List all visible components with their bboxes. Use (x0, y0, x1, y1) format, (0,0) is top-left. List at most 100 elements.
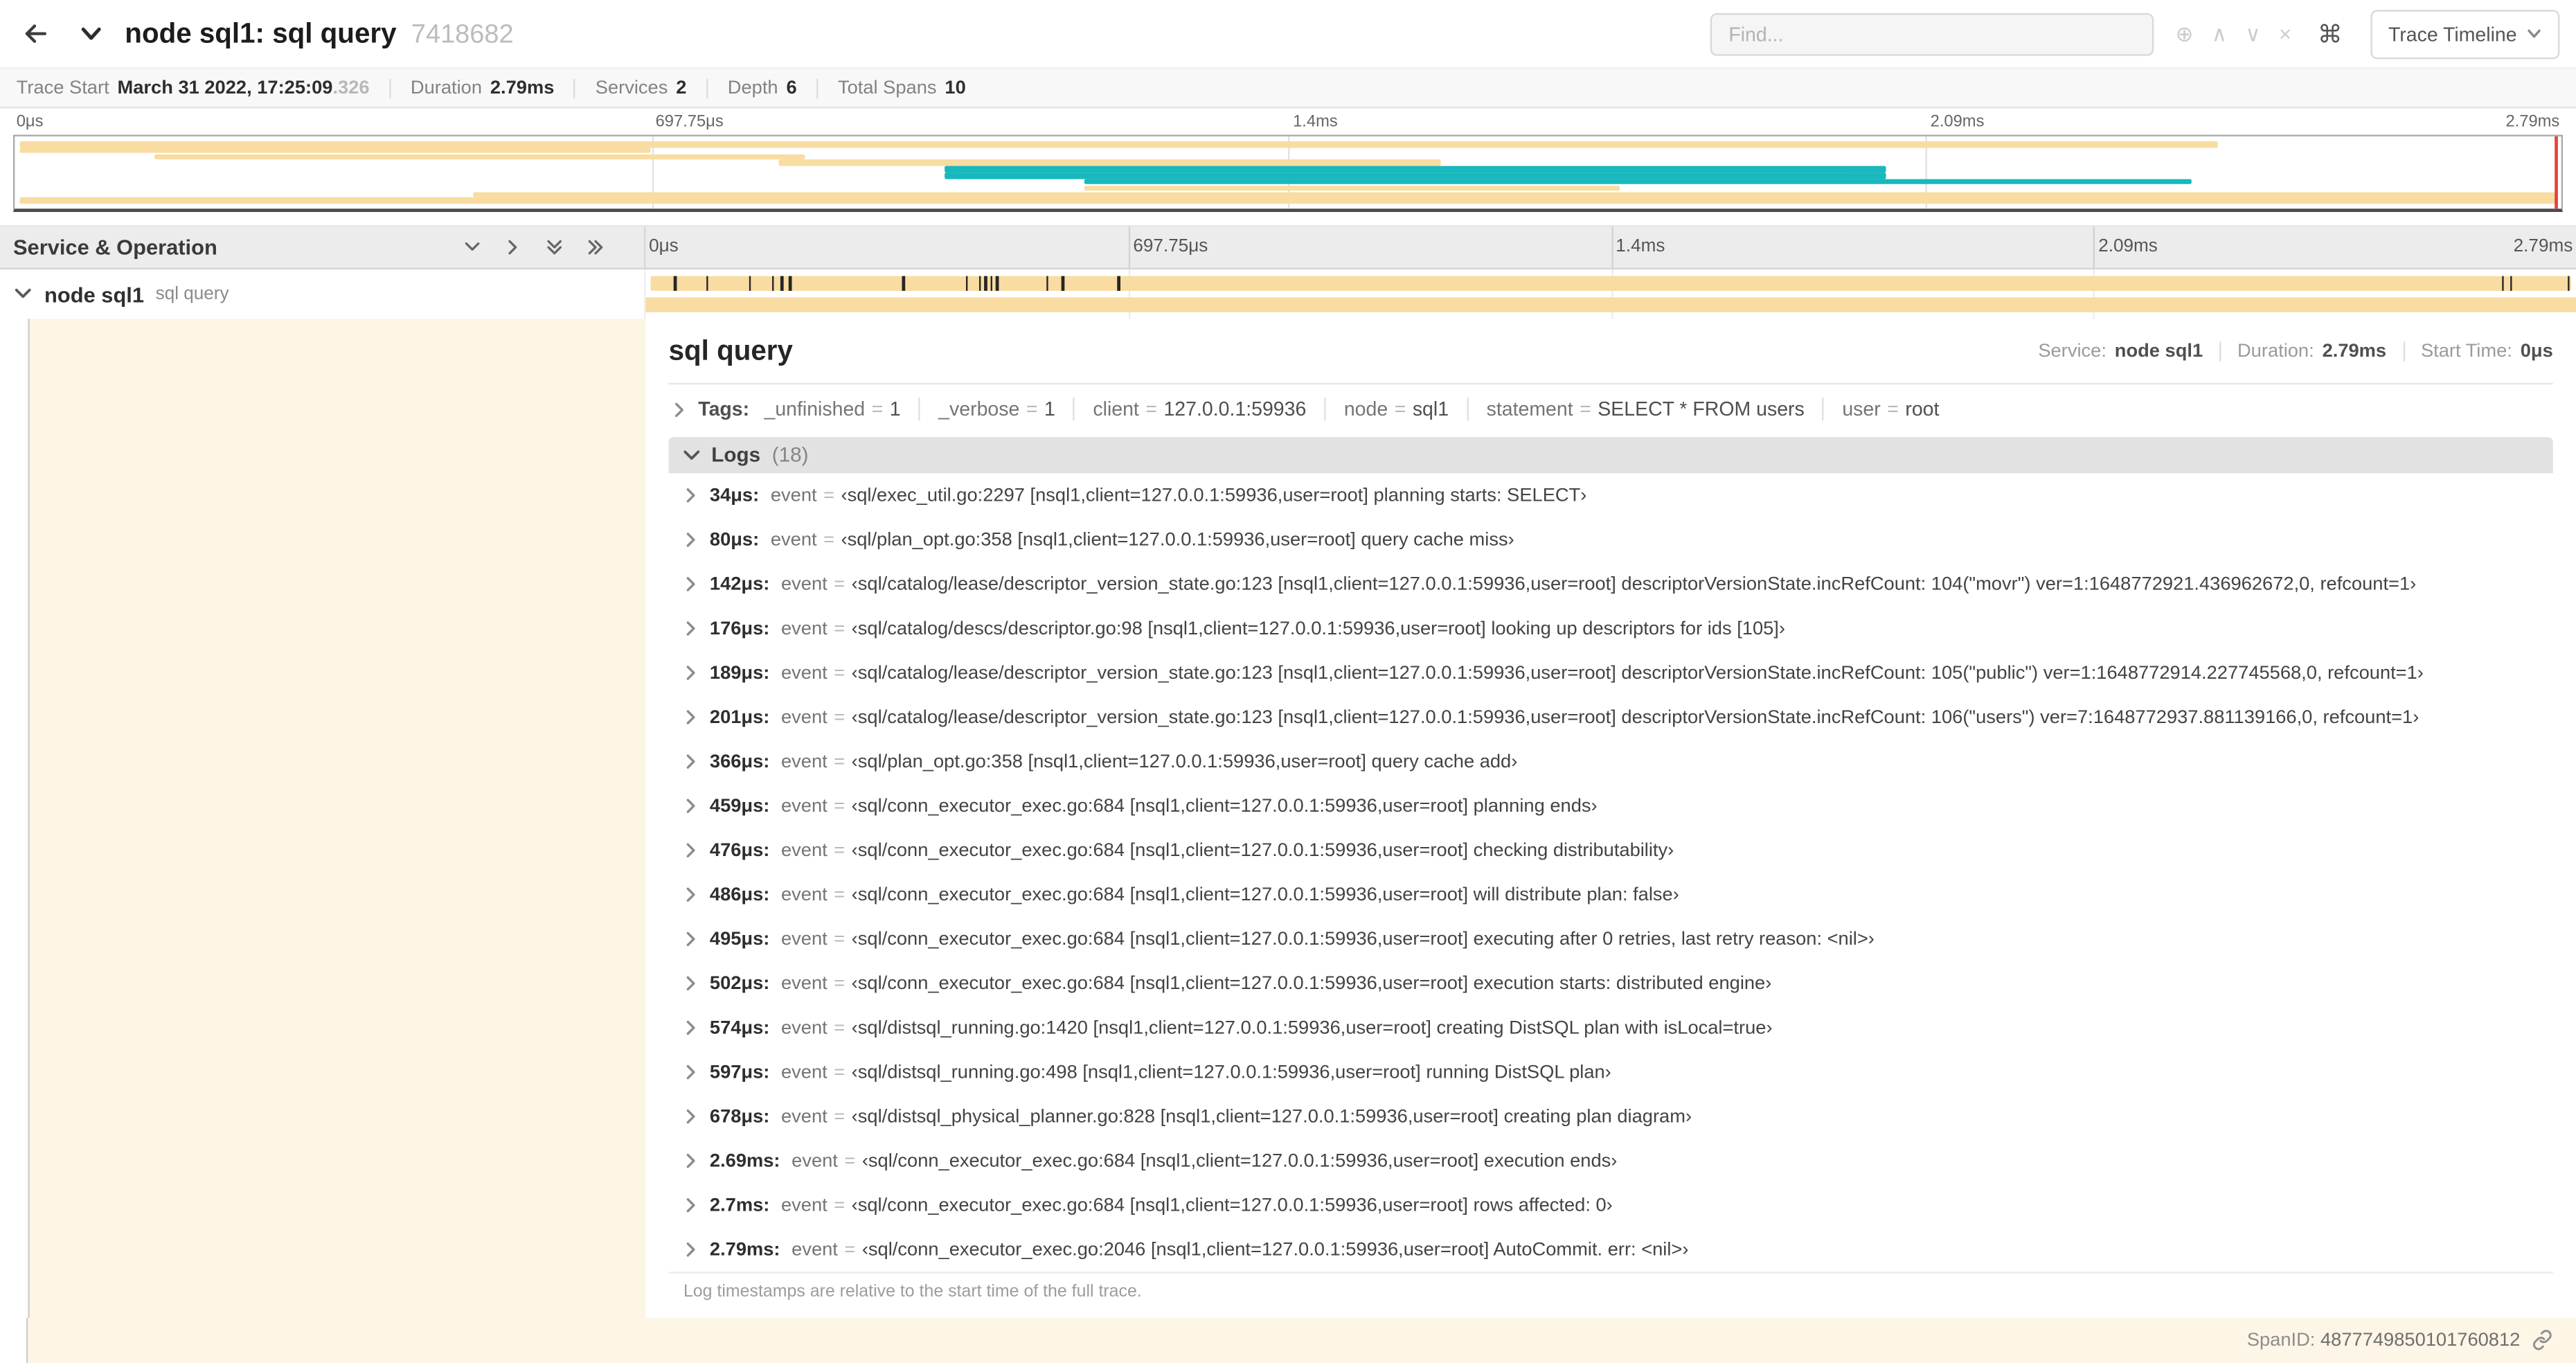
log-marker-tick (978, 276, 982, 291)
title-collapse-button[interactable] (66, 9, 115, 58)
detail-meta-label: Service: (2038, 341, 2107, 362)
log-row[interactable]: 574μs: event = ‹sql/distsql_running.go:1… (669, 1006, 2553, 1050)
trace-timeline-dropdown[interactable]: Trace Timeline (2370, 9, 2560, 59)
ruler-gridline (1128, 226, 1130, 268)
log-row[interactable]: 201μs: event = ‹sql/catalog/lease/descri… (669, 695, 2553, 740)
span-row[interactable]: node sql1 sql query (0, 269, 2576, 319)
minimap-span-row (15, 197, 2561, 204)
chevron-right-icon (686, 666, 695, 680)
log-marker-tick (1061, 276, 1064, 291)
summary-item-value: March 31 2022, 17:25:09 (117, 78, 333, 98)
chevron-right-icon (686, 1197, 695, 1213)
minimap-span-bar (944, 166, 1887, 172)
minimap-span-row (15, 172, 2561, 179)
log-row[interactable]: 366μs: event = ‹sql/plan_opt.go:358 [nsq… (669, 740, 2553, 784)
detail-meta-item: Start Time: 0μs (2402, 341, 2553, 362)
span-bar[interactable] (650, 276, 2571, 291)
summary-item-label: Total Spans (837, 78, 937, 98)
minimap-canvas[interactable] (12, 134, 2564, 213)
clear-search-icon[interactable]: × (2279, 23, 2291, 44)
log-timestamp: 495μs: (709, 929, 770, 950)
zoom-icon[interactable]: ⊕ (2176, 23, 2194, 44)
back-button[interactable] (10, 9, 59, 58)
logs-header[interactable]: Logs (18) (668, 437, 2553, 474)
minimap-tick-label: 2.09ms (1930, 113, 1985, 132)
expand-one-icon[interactable] (504, 238, 522, 256)
log-row[interactable]: 2.69ms: event = ‹sql/conn_executor_exec.… (669, 1139, 2553, 1183)
log-row[interactable]: 486μs: event = ‹sql/conn_executor_exec.g… (669, 873, 2553, 917)
chevron-right-icon (686, 488, 695, 503)
span-detail-accent-bar[interactable] (645, 297, 2576, 312)
row-collapse-icon[interactable] (13, 284, 33, 303)
expand-all-icon[interactable] (587, 238, 605, 256)
log-row[interactable]: 80μs: event = ‹sql/plan_opt.go:358 [nsql… (669, 517, 2553, 562)
log-row[interactable]: 34μs: event = ‹sql/exec_util.go:2297 [ns… (669, 473, 2553, 517)
log-row[interactable]: 597μs: event = ‹sql/distsql_running.go:4… (669, 1050, 2553, 1094)
minimap-span-row (15, 179, 2561, 185)
log-key: event (780, 707, 828, 727)
summary-item-suffix: .326 (332, 78, 370, 98)
tag-value: root (1905, 398, 1940, 421)
log-key: event (770, 530, 817, 550)
log-row[interactable]: 189μs: event = ‹sql/catalog/lease/descri… (669, 650, 2553, 695)
ruler-tick-label: 2.79ms (2513, 236, 2573, 257)
log-list: 34μs: event = ‹sql/exec_util.go:2297 [ns… (669, 473, 2553, 1272)
chevron-right-icon (686, 976, 695, 991)
log-row[interactable]: 502μs: event = ‹sql/conn_executor_exec.g… (669, 961, 2553, 1006)
log-value: ‹sql/catalog/descs/descriptor.go:98 [nsq… (851, 618, 1785, 639)
log-marker-tick (996, 276, 999, 291)
detail-meta-value: 0μs (2520, 341, 2553, 362)
trace-end-marker (2555, 136, 2558, 209)
log-timestamp: 366μs: (709, 751, 770, 772)
log-row[interactable]: 495μs: event = ‹sql/conn_executor_exec.g… (669, 917, 2553, 961)
collapse-one-icon[interactable] (463, 238, 481, 256)
span-detail-panel: sql query Service: node sql1 Duration: 2… (645, 319, 2576, 1317)
prev-result-icon[interactable]: ∧ (2212, 23, 2228, 44)
log-equals: = (834, 884, 846, 905)
logs-note: Log timestamps are relative to the start… (668, 1272, 2553, 1308)
log-key: event (780, 1106, 828, 1127)
footer-gutter (0, 1317, 28, 1363)
log-row[interactable]: 476μs: event = ‹sql/conn_executor_exec.g… (669, 828, 2553, 873)
log-value: ‹sql/conn_executor_exec.go:684 [nsql1,cl… (851, 929, 1875, 950)
log-timestamp: 678μs: (709, 1106, 770, 1127)
keyboard-shortcuts-button[interactable]: ⌘ (2318, 19, 2343, 48)
log-marker-tick (748, 276, 751, 291)
ruler-tick-label: 0μs (649, 236, 679, 257)
log-row[interactable]: 2.7ms: event = ‹sql/conn_executor_exec.g… (669, 1183, 2553, 1227)
log-key: event (780, 796, 828, 816)
log-key: event (780, 973, 828, 994)
service-operation-title: Service & Operation (12, 235, 217, 260)
minimap-span-row (15, 141, 2561, 148)
next-result-icon[interactable]: ∨ (2245, 23, 2261, 44)
find-input[interactable] (1710, 12, 2154, 55)
tags-summary-row[interactable]: Tags: _unfinished = 1 _verbose = 1 clien… (669, 384, 2553, 434)
log-equals: = (834, 1062, 846, 1083)
log-row[interactable]: 459μs: event = ‹sql/conn_executor_exec.g… (669, 784, 2553, 828)
copy-link-button[interactable] (2532, 1329, 2553, 1351)
detail-meta-value: node sql1 (2114, 341, 2203, 362)
log-key: event (780, 618, 828, 639)
tag-value: 1 (1044, 398, 1055, 421)
trace-timeline-label: Trace Timeline (2388, 22, 2517, 46)
log-row[interactable]: 678μs: event = ‹sql/distsql_physical_pla… (669, 1094, 2553, 1139)
logs-count: (18) (771, 443, 809, 467)
minimap-tick-label: 0μs (16, 113, 44, 132)
summary-item: Trace Start March 31 2022, 17:25:09.326 (17, 78, 370, 98)
minimap-span-bar (473, 191, 2557, 197)
minimap-span-row (15, 191, 2561, 197)
minimap-span-bar (19, 141, 2218, 148)
log-row[interactable]: 142μs: event = ‹sql/catalog/lease/descri… (669, 562, 2553, 606)
log-row[interactable]: 176μs: event = ‹sql/catalog/descs/descri… (669, 606, 2553, 650)
log-row[interactable]: 2.79ms: event = ‹sql/conn_executor_exec.… (669, 1227, 2553, 1272)
detail-meta-label: Duration: (2237, 341, 2314, 362)
log-value: ‹sql/conn_executor_exec.go:684 [nsql1,cl… (851, 840, 1674, 860)
trace-title-text: node sql1: sql query (125, 17, 397, 48)
log-timestamp: 574μs: (709, 1017, 770, 1038)
minimap-span-bar (1084, 185, 1620, 191)
collapse-all-icon[interactable] (546, 238, 564, 256)
tag-equals: = (1887, 398, 1899, 421)
tag-key: client (1093, 398, 1139, 421)
log-marker-tick (673, 276, 677, 291)
log-key: event (780, 751, 828, 772)
